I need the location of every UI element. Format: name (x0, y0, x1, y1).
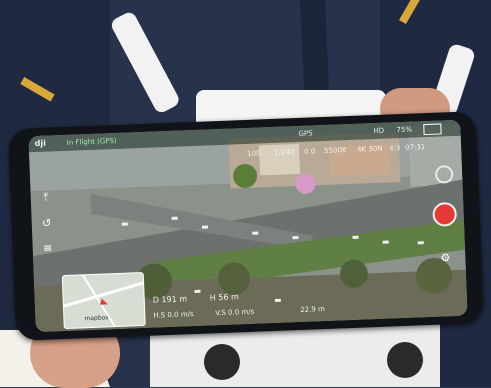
takeoff-icon[interactable]: ⤒ (39, 190, 54, 205)
telemetry-horizontal-speed: H.S 0.0 m/s (153, 310, 194, 320)
camera-ratio[interactable]: 4:3 (389, 144, 401, 152)
telemetry-altitude: 22.9 m (300, 305, 326, 314)
gps-status[interactable]: GPS (298, 129, 312, 138)
drone-camera-view: dji In Flight (GPS) GPS HD 75% 100 1/240… (28, 119, 468, 333)
camera-iso[interactable]: 100 (247, 149, 261, 158)
dji-logo[interactable]: dji (35, 139, 47, 148)
telemetry-distance: D 191 m (152, 294, 188, 305)
menu-icon[interactable]: ≡ (40, 240, 55, 255)
phone-device: dji In Flight (GPS) GPS HD 75% 100 1/240… (8, 111, 484, 341)
mapbox-logo: mapbox (84, 314, 109, 323)
camera-ev[interactable]: 0.0 (304, 147, 315, 155)
hd-signal[interactable]: HD (373, 127, 384, 135)
camera-wb[interactable]: 5500K (324, 146, 347, 155)
minimap[interactable]: mapbox (61, 271, 146, 330)
settings-icon[interactable]: ⚙ (438, 250, 453, 265)
telemetry-height: H 56 m (209, 292, 239, 303)
battery-icon (423, 123, 442, 136)
photo-scene: dji In Flight (GPS) GPS HD 75% 100 1/240… (0, 0, 491, 388)
battery-level[interactable]: 75% (396, 126, 412, 135)
return-home-icon[interactable]: ↺ (39, 215, 54, 230)
camera-resolution[interactable]: 4K 30N (357, 145, 383, 154)
camera-shutter[interactable]: 1/240 (274, 148, 294, 157)
telemetry-vertical-speed: V.S 0.0 m/s (215, 307, 255, 318)
camera-storage[interactable]: 07:31 (405, 143, 425, 152)
